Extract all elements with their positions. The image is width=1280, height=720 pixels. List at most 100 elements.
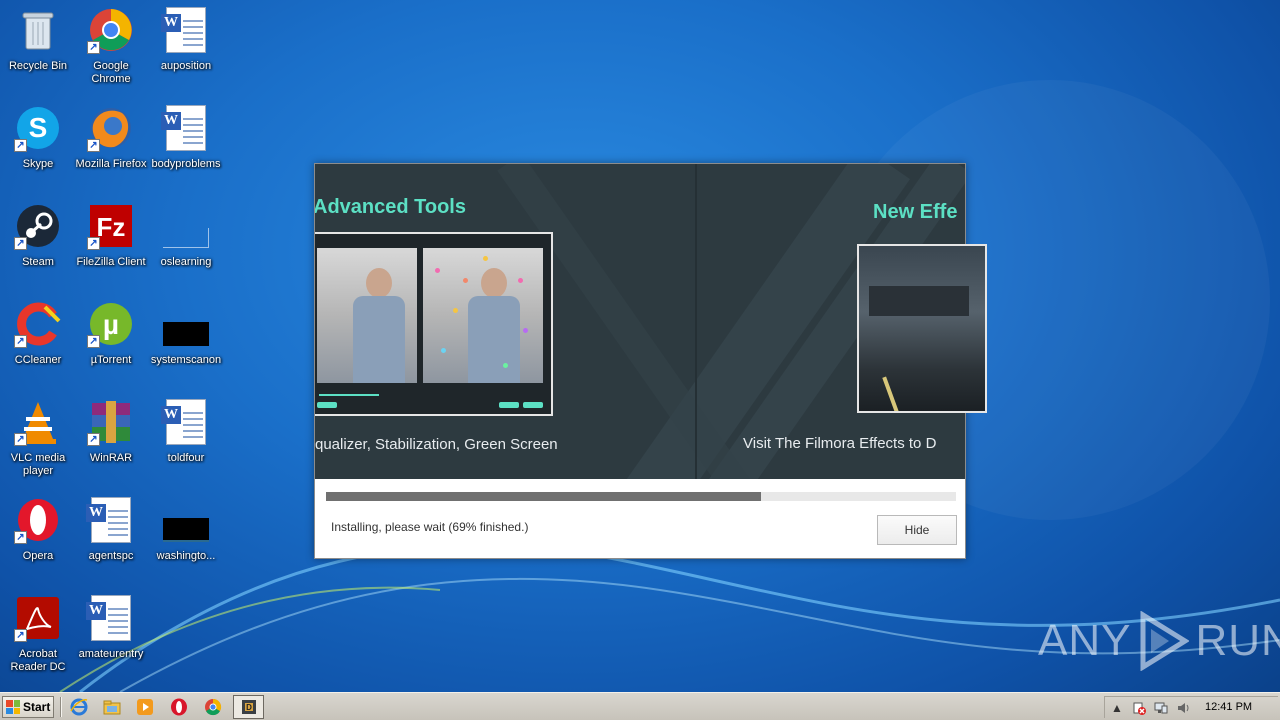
desktop-icon-amateurentry[interactable]: W amateurentry: [73, 594, 149, 684]
desktop-icon-bodyproblems[interactable]: W bodyproblems: [148, 104, 224, 194]
desktop-icon-auposition[interactable]: W auposition: [148, 6, 224, 96]
desktop-icon-chrome[interactable]: ↗ Google Chrome: [73, 6, 149, 96]
install-status-text: Installing, please wait (69% finished.): [331, 520, 529, 534]
install-progress-fill: [326, 492, 761, 501]
play-logo-icon: [1140, 611, 1190, 671]
windows-logo-icon: [6, 700, 20, 714]
before-after-screenshot: [315, 232, 553, 416]
desktop-icon-label: WinRAR: [89, 452, 133, 464]
effects-preview-image: [857, 244, 987, 413]
desktop-icon-systemscanon[interactable]: systemscanon: [148, 300, 224, 390]
slide-title-new-effects: New Effe: [873, 201, 958, 223]
acrobat-icon: ↗: [14, 594, 62, 642]
filezilla-icon: Fz ↗: [87, 202, 135, 250]
action-center-icon[interactable]: [1131, 700, 1147, 716]
svg-text:µ: µ: [103, 309, 119, 340]
desktop-icon-opera[interactable]: ↗ Opera: [0, 496, 76, 586]
shortcut-arrow-icon: ↗: [14, 237, 27, 250]
hide-button[interactable]: Hide: [877, 515, 957, 545]
desktop-icon-label: washingto...: [156, 550, 216, 562]
desktop-icon-acrobat[interactable]: ↗ Acrobat Reader DC: [0, 594, 76, 684]
opera-icon: ↗: [14, 496, 62, 544]
desktop-icon-label: VLC media player: [10, 452, 66, 477]
desktop-icon-label: amateurentry: [78, 648, 144, 660]
chrome-quicklaunch-icon[interactable]: [202, 697, 224, 717]
shortcut-arrow-icon: ↗: [87, 139, 100, 152]
start-button[interactable]: Start: [2, 696, 54, 718]
explorer-quicklaunch-icon[interactable]: [101, 697, 123, 717]
recycle-bin-icon: [14, 6, 62, 54]
shortcut-arrow-icon: ↗: [14, 531, 27, 544]
installer-window: Advanced Tools qualizer, Stabilization,: [314, 163, 987, 559]
steam-icon: ↗: [14, 202, 62, 250]
install-progress-bar: [326, 492, 956, 501]
desktop-icon-label: Mozilla Firefox: [75, 158, 147, 170]
svg-text:S: S: [29, 112, 48, 143]
taskbar-installer-button[interactable]: D: [233, 695, 264, 719]
shortcut-arrow-icon: ↗: [87, 335, 100, 348]
desktop-icon-label: CCleaner: [14, 354, 62, 366]
desktop-icon-label: Steam: [22, 256, 54, 268]
watermark-any: ANY: [1038, 616, 1132, 665]
installer-app-icon: D: [241, 700, 256, 714]
photo-after: [423, 248, 543, 383]
slide-caption-tools: qualizer, Stabilization, Green Screen: [315, 436, 558, 453]
desktop-icon-firefox[interactable]: ↗ Mozilla Firefox: [73, 104, 149, 194]
desktop-icon-steam[interactable]: ↗ Steam: [0, 202, 76, 292]
black-file-icon: [162, 300, 210, 348]
desktop-icon-recycle-bin[interactable]: Recycle Bin: [0, 6, 76, 96]
desktop-icon-ccleaner[interactable]: ↗ CCleaner: [0, 300, 76, 390]
watermark-run: RUN: [1195, 616, 1280, 665]
shortcut-arrow-icon: ↗: [87, 41, 100, 54]
network-icon[interactable]: [1153, 700, 1169, 716]
winrar-icon: ↗: [87, 398, 135, 446]
slide-caption-effects: Visit The Filmora Effects to D: [743, 435, 937, 452]
slide-title-advanced-tools: Advanced Tools: [315, 196, 466, 218]
photo-before: [317, 248, 417, 383]
utorrent-icon: µ ↗: [87, 300, 135, 348]
word-doc-icon: W: [161, 398, 210, 446]
skype-icon: S ↗: [14, 104, 62, 152]
desktop-icon-label: Skype: [22, 158, 54, 170]
desktop-icon-oslearning[interactable]: oslearning: [148, 202, 224, 292]
desktop-icon-label: µTorrent: [90, 354, 132, 366]
opera-quicklaunch-icon[interactable]: [168, 697, 190, 717]
word-doc-icon: W: [86, 594, 135, 642]
shortcut-arrow-icon: ↗: [14, 139, 27, 152]
ie-quicklaunch-icon[interactable]: [68, 697, 90, 717]
anyrun-watermark: ANY RUN: [1038, 608, 1280, 674]
desktop-icon-label: systemscanon: [150, 354, 222, 366]
desktop-icon-label: toldfour: [167, 452, 205, 464]
black-file-icon: [162, 496, 210, 544]
volume-icon[interactable]: [1175, 700, 1191, 716]
svg-text:D: D: [246, 703, 252, 712]
desktop-icon-label: auposition: [160, 60, 212, 72]
taskbar-clock[interactable]: 12:41 PM: [1205, 701, 1252, 713]
desktop-icon-toldfour[interactable]: W toldfour: [148, 398, 224, 488]
desktop-icon-vlc[interactable]: ↗ VLC media player: [0, 398, 76, 488]
svg-text:Fz: Fz: [97, 212, 126, 242]
desktop-icon-label: Acrobat Reader DC: [10, 648, 66, 673]
shortcut-arrow-icon: ↗: [87, 237, 100, 250]
shortcut-arrow-icon: ↗: [14, 433, 27, 446]
desktop-icon-filezilla[interactable]: Fz ↗ FileZilla Client: [73, 202, 149, 292]
desktop-icon-label: Recycle Bin: [8, 60, 68, 72]
vlc-icon: ↗: [14, 398, 62, 446]
word-doc-icon: W: [86, 496, 135, 544]
desktop-icon-winrar[interactable]: ↗ WinRAR: [73, 398, 149, 488]
desktop-icon-agentspc[interactable]: W agentspc: [73, 496, 149, 586]
word-doc-icon: W: [161, 6, 210, 54]
desktop-icon-label: bodyproblems: [151, 158, 221, 170]
media-player-quicklaunch-icon[interactable]: [134, 697, 156, 717]
desktop-icon-label: Opera: [22, 550, 54, 562]
shortcut-arrow-icon: ↗: [14, 335, 27, 348]
show-hidden-icons-icon[interactable]: ▲: [1109, 700, 1125, 716]
desktop-icon-washington[interactable]: washingto...: [148, 496, 224, 586]
shortcut-arrow-icon: ↗: [87, 433, 100, 446]
system-tray: ▲ 12:41 PM: [1104, 696, 1278, 718]
chrome-icon: ↗: [87, 6, 135, 54]
word-doc-icon: W: [161, 104, 210, 152]
desktop-icon-label: agentspc: [88, 550, 134, 562]
desktop-icon-utorrent[interactable]: µ ↗ µTorrent: [73, 300, 149, 390]
desktop-icon-skype[interactable]: S ↗ Skype: [0, 104, 76, 194]
